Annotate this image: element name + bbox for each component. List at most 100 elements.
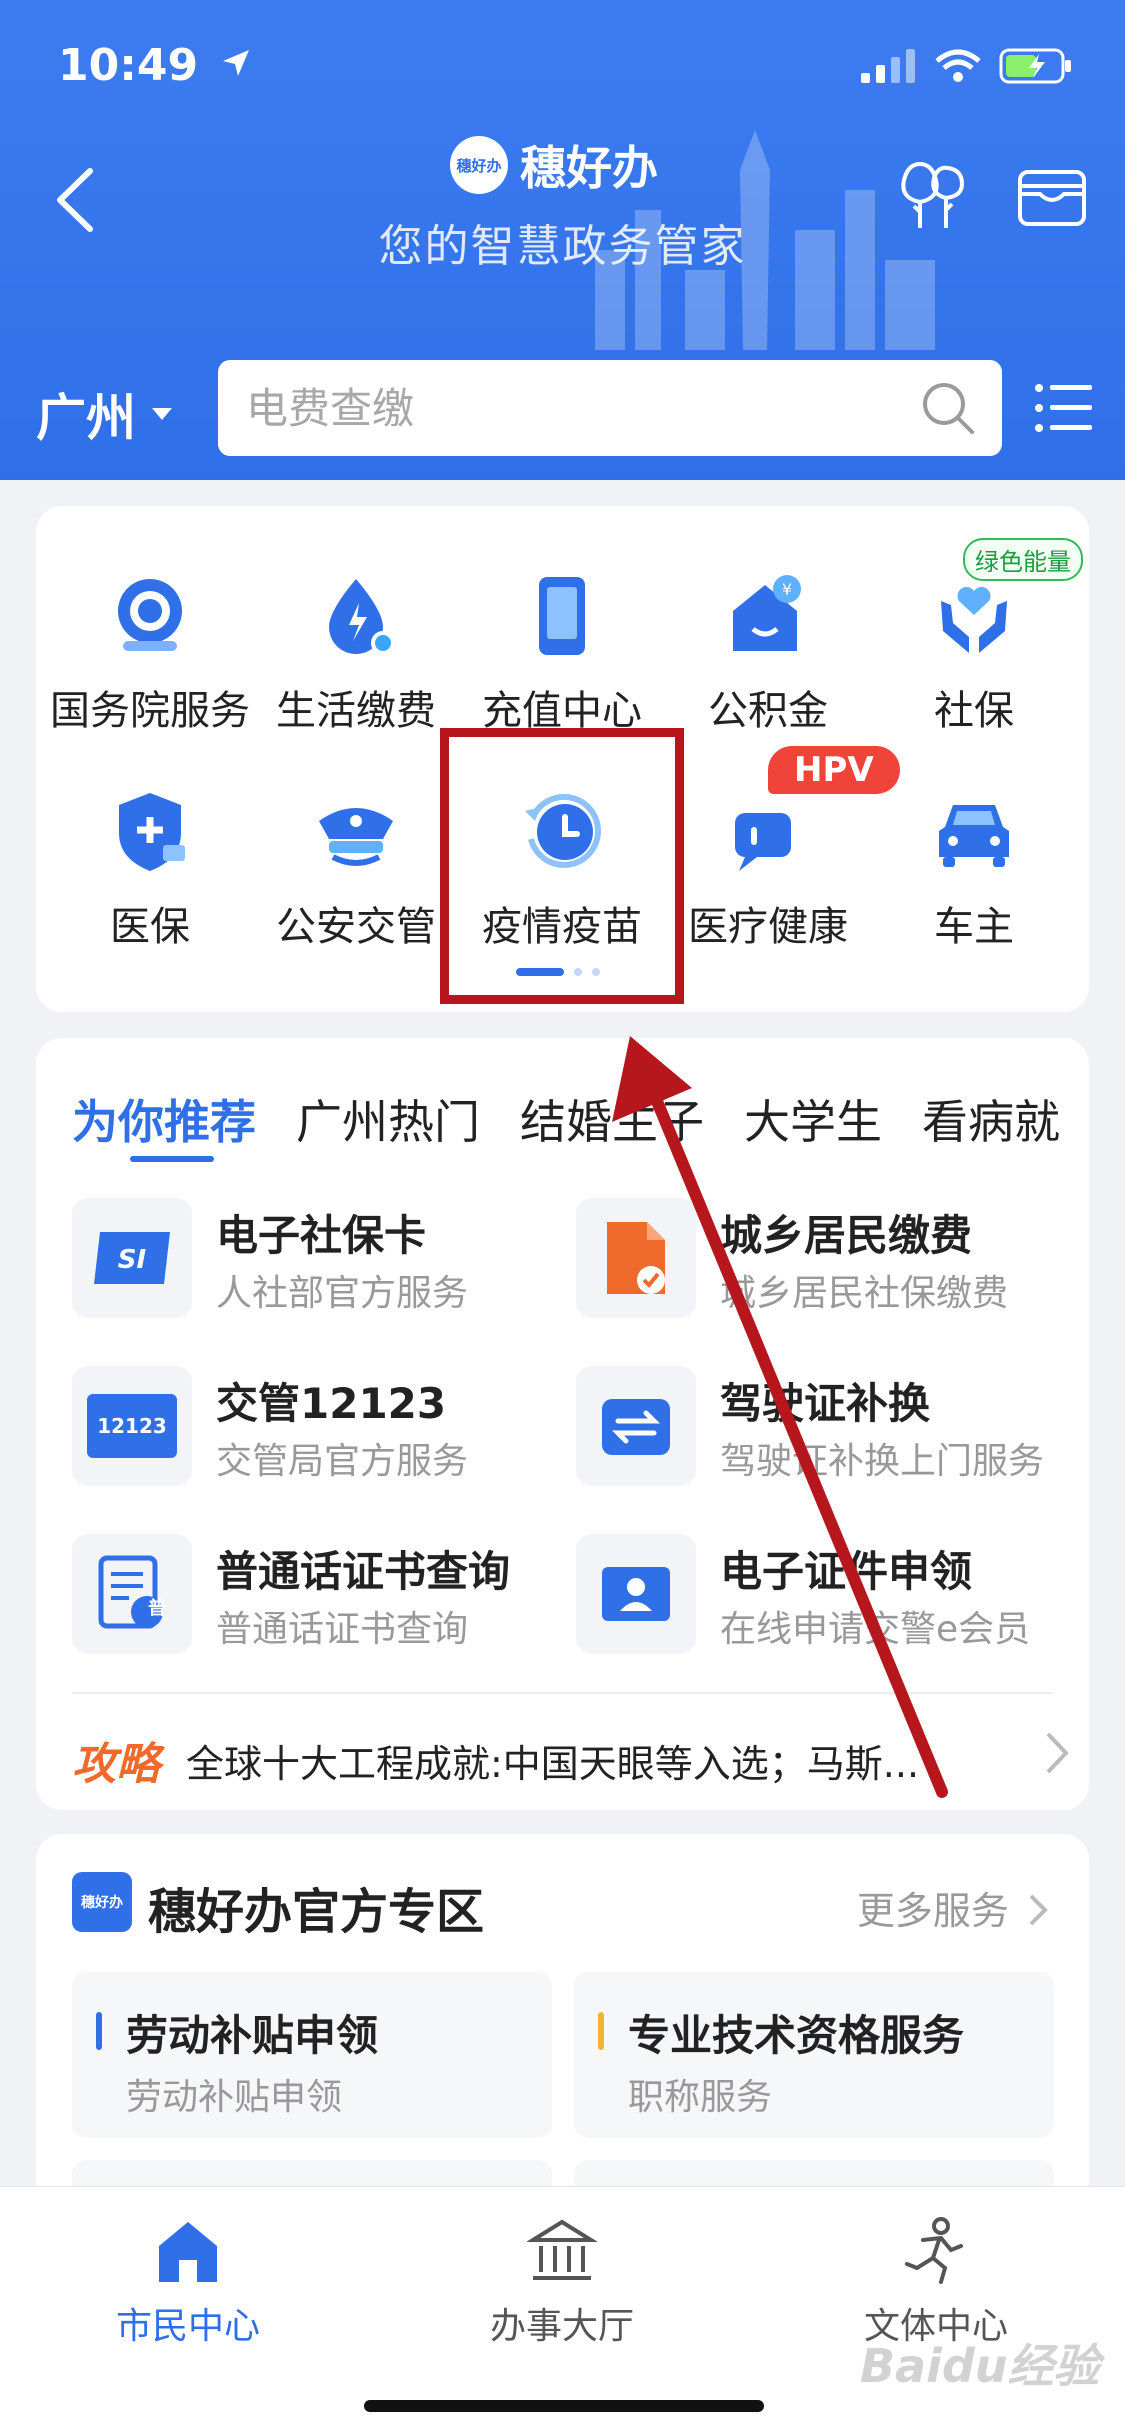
zone-card-title: 专业技术资格服务 — [628, 2011, 965, 2060]
tab-label: 办事大厅 — [489, 2306, 634, 2347]
reco-item-resident-payment[interactable]: 城乡居民缴费 城乡居民社保缴费 — [540, 1198, 1040, 1328]
guide-news-row[interactable]: 攻略 全球十大工程成就:中国天眼等入选；马斯... — [72, 1728, 1072, 1792]
tab-service-hall[interactable]: 办事大厅 — [432, 2211, 692, 2349]
traffic-12123-badge-text: 12123 — [97, 1414, 167, 1438]
search-input[interactable] — [244, 382, 920, 434]
service-label: 医保 — [110, 904, 190, 950]
reco-item-license-exchange[interactable]: 驾驶证补换 驾驶证补换上门服务 — [540, 1366, 1044, 1496]
social-security-card-icon: SI — [72, 1198, 192, 1318]
reco-item-mandarin-cert[interactable]: 普 普通话证书查询 普通话证书查询 — [36, 1534, 536, 1664]
service-car-owner[interactable]: 车主 — [874, 782, 1074, 962]
reco-title: 城乡居民缴费 — [720, 1211, 973, 1260]
service-social-security[interactable]: 社保 — [874, 566, 1074, 746]
chevron-right-icon — [1046, 1732, 1069, 1774]
zone-logo-text: 穗好办 — [81, 1895, 123, 1911]
location-arrow-icon — [223, 50, 250, 76]
wifi-icon — [935, 49, 981, 82]
accent-bar — [598, 2012, 604, 2050]
service-label: 社保 — [934, 688, 1014, 734]
caret-down-icon — [152, 408, 172, 420]
service-label: 公积金 — [708, 688, 828, 734]
service-traffic-police[interactable]: 公安交管 — [256, 782, 456, 962]
service-label: 车主 — [934, 904, 1014, 950]
medical-chat-icon — [718, 782, 818, 882]
reco-title: 普通话证书查询 — [216, 1547, 511, 1596]
zone-card-subtitle: 职称服务 — [628, 2077, 773, 2118]
svg-text:SI: SI — [118, 1245, 147, 1275]
traffic-12123-badge: 12123 — [87, 1394, 177, 1458]
more-services-label: 更多服务 — [856, 1889, 1009, 1933]
service-label: 医疗健康 — [688, 904, 848, 950]
wallet-icon[interactable] — [1012, 158, 1092, 238]
tab-guangzhou-hot[interactable]: 广州热门 — [296, 1086, 480, 1152]
svg-text:¥: ¥ — [782, 580, 792, 599]
active-tab-indicator — [130, 1156, 214, 1162]
mandarin-badge-text: 普 — [148, 1598, 166, 1619]
annotation-highlight-box — [440, 728, 684, 1004]
tab-culture-sports[interactable]: 文体中心 — [806, 2211, 1066, 2349]
tab-college-student[interactable]: 大学生 — [744, 1086, 882, 1152]
brand-logo: 穗好办 — [450, 136, 508, 194]
service-medical-insurance[interactable]: 医保 — [50, 782, 250, 962]
guide-headline: 全球十大工程成就:中国天眼等入选；马斯... — [186, 1741, 920, 1786]
zone-card-labor-subsidy[interactable]: 劳动补贴申领 劳动补贴申领 — [72, 1972, 552, 2138]
service-medical-health[interactable]: 医疗健康 — [668, 782, 868, 962]
license-exchange-icon — [576, 1366, 696, 1486]
service-living-payment[interactable]: 生活缴费 — [256, 566, 456, 746]
bottom-tab-bar: 市民中心 办事大厅 文体中心 — [0, 2186, 1125, 2436]
mandarin-certificate-icon: 普 — [72, 1534, 192, 1654]
state-council-icon — [100, 566, 200, 666]
reco-title: 驾驶证补换 — [720, 1379, 931, 1428]
app-header: 10:49 穗好办 穗好办 您的智慧政务管家 广州 电费查缴 — [0, 0, 1125, 480]
zone-title: 穗好办官方专区 — [148, 1884, 485, 1940]
search-icon[interactable] — [920, 380, 976, 436]
city-selector[interactable]: 广州 — [36, 378, 174, 450]
battery-charging-icon — [999, 48, 1071, 84]
phone-recharge-icon — [512, 566, 612, 666]
reco-item-traffic-12123[interactable]: 12123 交管12123 交管局官方服务 — [36, 1366, 536, 1496]
hpv-tag: HPV — [768, 746, 900, 794]
signal-icon — [861, 49, 915, 83]
service-label: 国务院服务 — [50, 688, 250, 734]
section-divider — [72, 1692, 1053, 1694]
reco-subtitle: 普通话证书查询 — [216, 1609, 469, 1650]
tab-recommended[interactable]: 为你推荐 — [72, 1086, 256, 1152]
zone-card-professional-qualification[interactable]: 专业技术资格服务 职称服务 — [574, 1972, 1054, 2138]
tree-icon[interactable] — [892, 158, 972, 238]
reco-title: 电子社保卡 — [216, 1211, 427, 1260]
list-menu-icon[interactable] — [1034, 382, 1094, 434]
more-services-link[interactable]: 更多服务 — [857, 1880, 1051, 1935]
search-bar[interactable] — [218, 360, 1002, 456]
reco-item-e-id[interactable]: 电子证件申领 在线申请交警e会员 — [540, 1534, 1040, 1664]
reco-item-e-social-card[interactable]: SI 电子社保卡 人社部官方服务 — [36, 1198, 536, 1328]
service-label: 公安交管 — [276, 904, 436, 950]
status-time: 10:49 — [58, 40, 251, 91]
zone-card-title: 劳动补贴申领 — [126, 2011, 379, 2060]
service-label: 生活缴费 — [276, 688, 436, 734]
status-time-text: 10:49 — [58, 40, 199, 91]
running-person-icon — [806, 2211, 1066, 2291]
tab-marriage-birth[interactable]: 结婚生子 — [520, 1086, 704, 1152]
tax-document-icon — [576, 1198, 696, 1318]
reco-subtitle: 在线申请交警e会员 — [720, 1609, 1031, 1650]
zone-logo: 穗好办 — [72, 1872, 132, 1932]
zone-card-subtitle: 劳动补贴申领 — [126, 2077, 343, 2118]
service-housing-fund[interactable]: ¥ 公积金 — [668, 566, 868, 746]
hands-heart-icon — [924, 566, 1024, 666]
tab-medical[interactable]: 看病就 — [922, 1086, 1060, 1152]
reco-subtitle: 城乡居民社保缴费 — [720, 1273, 1009, 1314]
service-recharge-center[interactable]: 充值中心 — [462, 566, 662, 746]
category-tabs: 为你推荐 广州热门 结婚生子 大学生 看病就 — [72, 1086, 1060, 1152]
app-brand: 穗好办 穗好办 — [450, 132, 658, 198]
police-cap-icon — [306, 782, 406, 882]
reco-subtitle: 人社部官方服务 — [216, 1273, 469, 1314]
reco-title: 电子证件申领 — [720, 1547, 973, 1596]
tab-citizen-center[interactable]: 市民中心 — [58, 2211, 318, 2349]
car-icon — [924, 782, 1024, 882]
city-label: 广州 — [36, 389, 136, 447]
home-icon — [58, 2211, 318, 2291]
government-building-icon — [432, 2211, 692, 2291]
guide-label: 攻略 — [72, 1739, 160, 1790]
accent-bar — [96, 2012, 102, 2050]
service-state-council[interactable]: 国务院服务 — [50, 566, 250, 746]
